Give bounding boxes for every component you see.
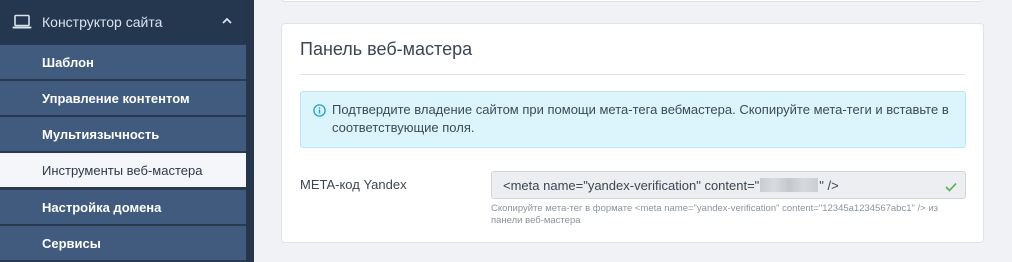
input-value-prefix: <meta name="yandex-verification" content… — [503, 177, 760, 193]
sidebar-item-label: Шаблон — [42, 54, 94, 70]
info-icon — [313, 104, 326, 117]
divider — [300, 74, 965, 75]
check-icon — [945, 180, 957, 192]
webmaster-panel-card: Панель веб-мастера Подтвердите владение … — [281, 23, 984, 243]
sidebar-item-content-management[interactable]: Управление контентом — [0, 81, 246, 115]
sidebar-item-domain-settings[interactable]: Настройка домена — [0, 190, 246, 224]
sidebar-item-label: Инструменты веб-мастера — [42, 162, 203, 178]
sidebar-item-label: Сервисы — [42, 235, 101, 251]
input-value-suffix: " /> — [819, 177, 839, 193]
chevron-up-icon[interactable] — [220, 14, 234, 28]
sidebar-item-multilanguage[interactable]: Мультиязычность — [0, 117, 246, 151]
sidebar-section-site-builder[interactable]: Конструктор сайта — [0, 0, 246, 44]
yandex-meta-input[interactable]: <meta name="yandex-verification" content… — [491, 171, 966, 199]
alert-text: Подтвердите владение сайтом при помощи м… — [332, 102, 949, 135]
redacted-value — [760, 178, 819, 192]
sidebar-item-label: Настройка домена — [42, 199, 162, 215]
sidebar-item-label: Мультиязычность — [42, 126, 160, 142]
sidebar-item-services[interactable]: Сервисы — [0, 226, 246, 260]
sidebar-item-label: Управление контентом — [42, 90, 190, 106]
sidebar-edge — [246, 0, 254, 262]
sidebar-item-webmaster-tools[interactable]: Инструменты веб-мастера — [0, 153, 246, 187]
panel-title: Панель веб-мастера — [300, 39, 473, 59]
laptop-icon — [12, 14, 32, 30]
yandex-meta-hint: Скопируйте мета-тег в формате <meta name… — [491, 203, 939, 226]
previous-card — [281, 0, 984, 2]
sidebar-section-label: Конструктор сайта — [42, 14, 163, 30]
info-alert: Подтвердите владение сайтом при помощи м… — [300, 91, 966, 148]
sidebar-item-template[interactable]: Шаблон — [0, 45, 246, 79]
yandex-meta-label: META-код Yandex — [300, 177, 407, 192]
